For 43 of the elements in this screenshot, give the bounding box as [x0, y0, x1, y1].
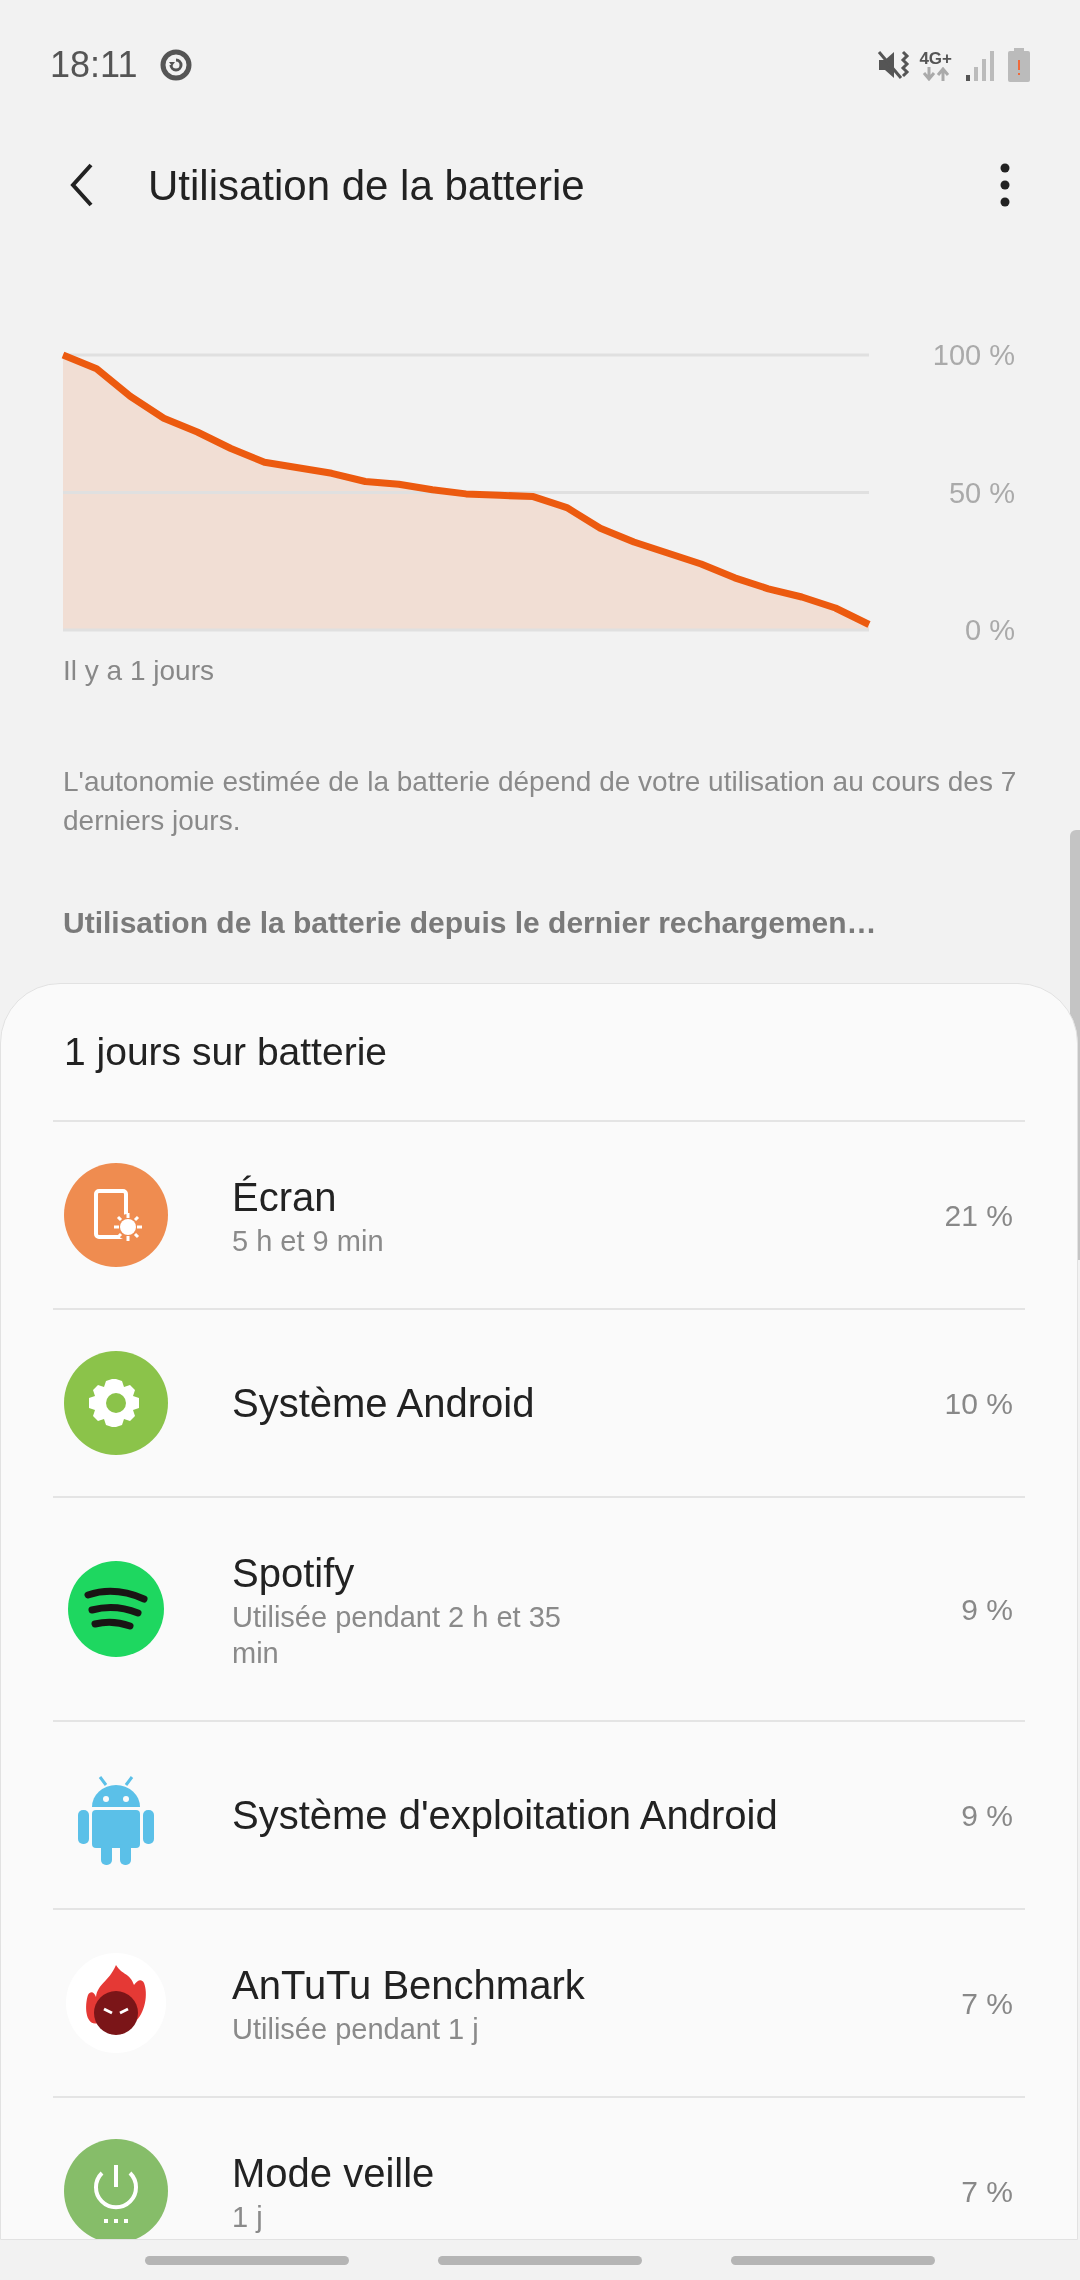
- nav-handle[interactable]: [731, 2255, 936, 2265]
- nav-handle[interactable]: [144, 2255, 349, 2265]
- more-icon: [1000, 163, 1010, 207]
- app-name: Spotify: [232, 1550, 356, 1597]
- usage-time: Utilisée pendant 2 h et 35 min: [232, 1600, 562, 1671]
- time-label: Il y a 1 jours: [63, 654, 215, 688]
- battery-icon: [1008, 48, 1030, 82]
- usage-percent: 9 %: [961, 1797, 1013, 1834]
- page-title: Utilisation de la batterie: [148, 160, 585, 211]
- usage-percent: 10 %: [944, 1385, 1013, 1422]
- app-usage-row[interactable]: Spotify Utilisée pendant 2 h et 35 min 9 %: [53, 1496, 1025, 1720]
- data-arrows-icon: [920, 66, 951, 81]
- app-name: Écran: [232, 1174, 338, 1221]
- axis-label: 50 %: [948, 476, 1015, 509]
- usage-percent: 7 %: [961, 2173, 1013, 2210]
- usage-time: 5 h et 9 min: [232, 1224, 385, 1259]
- sheet-title: 1 jours sur batterie: [64, 1028, 387, 1075]
- app-name: AnTuTu Benchmark: [232, 1962, 586, 2009]
- axis-label: 0 %: [965, 614, 1015, 646]
- usage-percent: 7 %: [961, 1985, 1013, 2022]
- screen-settings-icon: [64, 1163, 168, 1267]
- network-type: 4G+: [919, 49, 952, 67]
- app-name: Système Android: [232, 1380, 536, 1427]
- app-usage-row[interactable]: Écran 5 h et 9 min 21 %: [53, 1120, 1025, 1308]
- app-name: Système d'exploitation Android: [232, 1792, 779, 1839]
- signal-icon: [966, 49, 996, 81]
- gear-icon: [64, 1351, 168, 1455]
- usage-time: 1 j: [232, 2200, 264, 2235]
- info-text: L'autonomie estimée de la batterie dépend de votre utilisation au cours des 7 derniers jours.: [63, 765, 1017, 838]
- usage-percent: 21 %: [944, 1197, 1013, 1234]
- nav-handle[interactable]: [438, 2255, 642, 2265]
- app-name: Mode veille: [232, 2150, 436, 2197]
- app-usage-row[interactable]: Système Android 10 %: [53, 1308, 1025, 1496]
- axis-label: 100 %: [932, 339, 1015, 371]
- mute-icon: [877, 48, 912, 82]
- usage-percent: 9 %: [961, 1591, 1013, 1628]
- back-icon: [69, 163, 95, 207]
- sync-icon: [159, 48, 194, 82]
- app-usage-row[interactable]: AnTuTu Benchmark Utilisée pendant 1 j 7 %: [53, 1908, 1025, 2096]
- section-title: Utilisation de la batterie depuis le dernier rechargemen…: [63, 905, 878, 941]
- app-usage-row[interactable]: Système d'exploitation Android 9 %: [53, 1720, 1025, 1908]
- status-time: 18:11: [50, 43, 138, 87]
- usage-time: Utilisée pendant 1 j: [232, 2012, 480, 2047]
